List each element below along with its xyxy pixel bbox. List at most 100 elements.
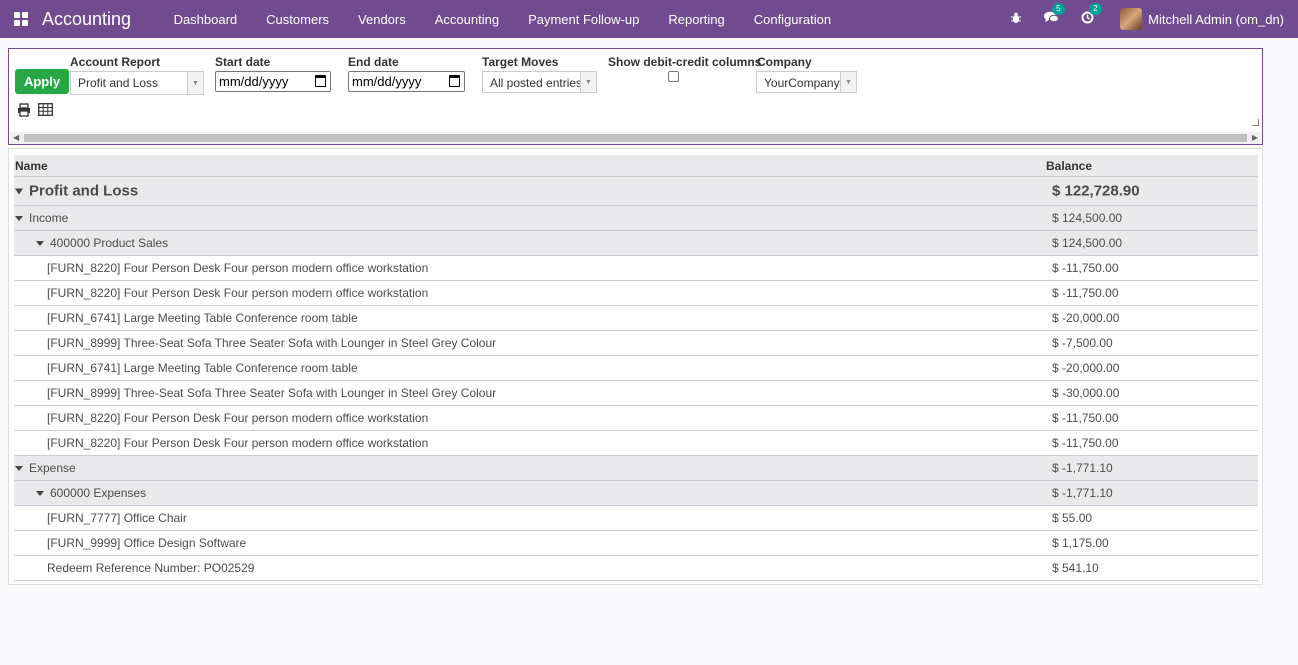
row-name-label: [FURN_7777] Office Chair	[47, 511, 187, 525]
row-name-label: [FURN_9999] Office Design Software	[47, 536, 247, 550]
horizontal-scrollbar[interactable]: ◀ ▶	[10, 132, 1261, 144]
table-row[interactable]: Expense $ -1,771.10	[14, 456, 1258, 481]
row-name-cell: Expense	[15, 461, 76, 475]
table-row[interactable]: [FURN_9999] Office Design Software $ 1,17…	[14, 531, 1258, 556]
table-row[interactable]: [FURN_8220] Four Person Desk Four person…	[14, 281, 1258, 306]
row-balance-cell: $ 1,175.00	[1052, 536, 1109, 550]
report-table: Name Balance Profit and Loss $ 122,728.90…	[14, 155, 1258, 581]
row-balance-cell: $ -7,500.00	[1052, 336, 1113, 350]
row-name-cell: [FURN_8999] Three-Seat Sofa Three Seater…	[47, 386, 496, 400]
account-report-value: Profit and Loss	[78, 76, 159, 90]
table-row[interactable]: 600000 Expenses $ -1,771.10	[14, 481, 1258, 506]
caret-down-icon[interactable]	[15, 188, 23, 195]
company-value: YourCompany	[764, 76, 840, 90]
top-navbar: Accounting Dashboard Customers Vendors A…	[0, 0, 1298, 38]
menu-dashboard[interactable]: Dashboard	[159, 12, 252, 27]
menu-configuration[interactable]: Configuration	[739, 12, 845, 27]
table-row[interactable]: Income $ 124,500.00	[14, 206, 1258, 231]
row-name-label: [FURN_8999] Three-Seat Sofa Three Seater…	[47, 336, 497, 350]
row-name-cell: Redeem Reference Number: PO02529	[47, 561, 254, 575]
row-balance-cell: $ 122,728.90	[1052, 182, 1140, 200]
table-row[interactable]: [FURN_6741] Large Meeting Table Conferen…	[14, 356, 1258, 381]
row-balance-cell: $ -1,771.10	[1052, 486, 1113, 500]
app-brand[interactable]: Accounting	[42, 9, 131, 30]
row-name-label: [FURN_8220] Four Person Desk Four person…	[47, 261, 429, 275]
row-balance-cell: $ -11,750.00	[1052, 261, 1119, 275]
table-row[interactable]: [FURN_8999] Three-Seat Sofa Three Seater…	[14, 331, 1258, 356]
scroll-right-arrow-icon[interactable]: ▶	[1252, 132, 1258, 144]
table-row[interactable]: [FURN_8220] Four Person Desk Four person…	[14, 256, 1258, 281]
row-name-label[interactable]: Income	[29, 211, 68, 225]
company-select[interactable]: YourCompany ▼	[756, 71, 857, 93]
spreadsheet-export-icon[interactable]	[38, 103, 53, 119]
caret-down-icon[interactable]	[15, 466, 23, 472]
table-row[interactable]: [FURN_8220] Four Person Desk Four person…	[14, 406, 1258, 431]
end-date-label: End date	[348, 55, 399, 69]
end-date-value: mm/dd/yyyy	[352, 74, 422, 89]
row-name-cell: Profit and Loss	[15, 183, 138, 200]
caret-down-icon[interactable]	[36, 491, 44, 497]
messages-icon[interactable]: 5	[1044, 3, 1065, 27]
debug-bug-icon[interactable]	[1010, 12, 1022, 27]
chevron-down-icon: ▼	[187, 72, 203, 94]
apply-button[interactable]: Apply	[15, 69, 69, 94]
debit-credit-label: Show debit-credit columns	[608, 55, 762, 69]
row-name-cell: [FURN_8220] Four Person Desk Four person…	[47, 286, 428, 300]
report-options-panel: Apply Account Report Profit and Loss ▼ S…	[8, 48, 1263, 145]
menu-vendors[interactable]: Vendors	[344, 12, 421, 27]
table-row[interactable]: 400000 Product Sales $ 124,500.00	[14, 231, 1258, 256]
row-balance-cell: $ -20,000.00	[1052, 311, 1120, 325]
end-date-input[interactable]: mm/dd/yyyy	[348, 71, 465, 92]
debit-credit-checkbox[interactable]	[668, 71, 679, 82]
chevron-down-icon: ▼	[580, 72, 596, 92]
row-name-cell: [FURN_8999] Three-Seat Sofa Three Seater…	[47, 336, 496, 350]
company-label: Company	[757, 55, 812, 69]
table-row[interactable]: [FURN_6741] Large Meeting Table Conferen…	[14, 306, 1258, 331]
row-name-cell: [FURN_9999] Office Design Software	[47, 536, 246, 550]
row-balance-cell: $ -1,771.10	[1052, 461, 1113, 475]
target-moves-value: All posted entries	[490, 76, 583, 90]
resize-handle[interactable]	[1252, 119, 1259, 126]
row-name-label: [FURN_8220] Four Person Desk Four person…	[47, 286, 429, 300]
menu-accounting[interactable]: Accounting	[420, 12, 513, 27]
column-header-balance: Balance	[1046, 158, 1093, 173]
caret-down-icon[interactable]	[36, 241, 44, 247]
account-report-select[interactable]: Profit and Loss ▼	[70, 71, 204, 95]
row-name-cell: 400000 Product Sales	[36, 236, 168, 250]
row-name-label: [FURN_6741] Large Meeting Table Conferen…	[47, 311, 358, 325]
row-name-label[interactable]: 600000 Expenses	[50, 486, 146, 500]
row-name-cell: [FURN_8220] Four Person Desk Four person…	[47, 411, 428, 425]
menu-customers[interactable]: Customers	[252, 12, 344, 27]
table-row[interactable]: Redeem Reference Number: PO02529 $ 541.10	[14, 556, 1258, 581]
activity-clock-icon[interactable]: 2	[1081, 3, 1102, 27]
menu-payment-follow-up[interactable]: Payment Follow-up	[514, 12, 654, 27]
table-row[interactable]: Profit and Loss $ 122,728.90	[14, 177, 1258, 206]
print-icon[interactable]	[17, 103, 31, 120]
row-name-label[interactable]: Profit and Loss	[29, 183, 138, 200]
row-name-label: [FURN_6741] Large Meeting Table Conferen…	[47, 361, 358, 375]
apps-menu-icon[interactable]	[14, 12, 28, 26]
user-avatar[interactable]	[1120, 8, 1143, 30]
scroll-left-arrow-icon[interactable]: ◀	[13, 132, 19, 144]
row-name-label[interactable]: 400000 Product Sales	[50, 236, 168, 250]
row-name-cell: [FURN_7777] Office Chair	[47, 511, 187, 525]
caret-down-icon[interactable]	[15, 216, 23, 222]
table-row[interactable]: [FURN_8220] Four Person Desk Four person…	[14, 431, 1258, 456]
row-name-cell: [FURN_8220] Four Person Desk Four person…	[47, 436, 428, 450]
table-row[interactable]: [FURN_7777] Office Chair $ 55.00	[14, 506, 1258, 531]
row-name-label[interactable]: Expense	[29, 461, 76, 475]
calendar-icon[interactable]	[315, 75, 326, 87]
user-menu[interactable]: Mitchell Admin (om_dn)	[1148, 12, 1284, 27]
menu-reporting[interactable]: Reporting	[654, 12, 739, 27]
row-balance-cell: $ -11,750.00	[1052, 411, 1119, 425]
start-date-input[interactable]: mm/dd/yyyy	[215, 71, 331, 92]
messages-badge: 5	[1052, 3, 1065, 15]
calendar-icon[interactable]	[449, 75, 460, 87]
table-header-row: Name Balance	[14, 155, 1258, 177]
row-balance-cell: $ 124,500.00	[1052, 236, 1123, 250]
target-moves-select[interactable]: All posted entries ▼	[482, 71, 597, 93]
table-row[interactable]: [FURN_8999] Three-Seat Sofa Three Seater…	[14, 381, 1258, 406]
row-balance-cell: $ -11,750.00	[1052, 436, 1119, 450]
scroll-thumb[interactable]	[24, 134, 1247, 142]
row-name-label: Redeem Reference Number: PO02529	[47, 561, 255, 575]
